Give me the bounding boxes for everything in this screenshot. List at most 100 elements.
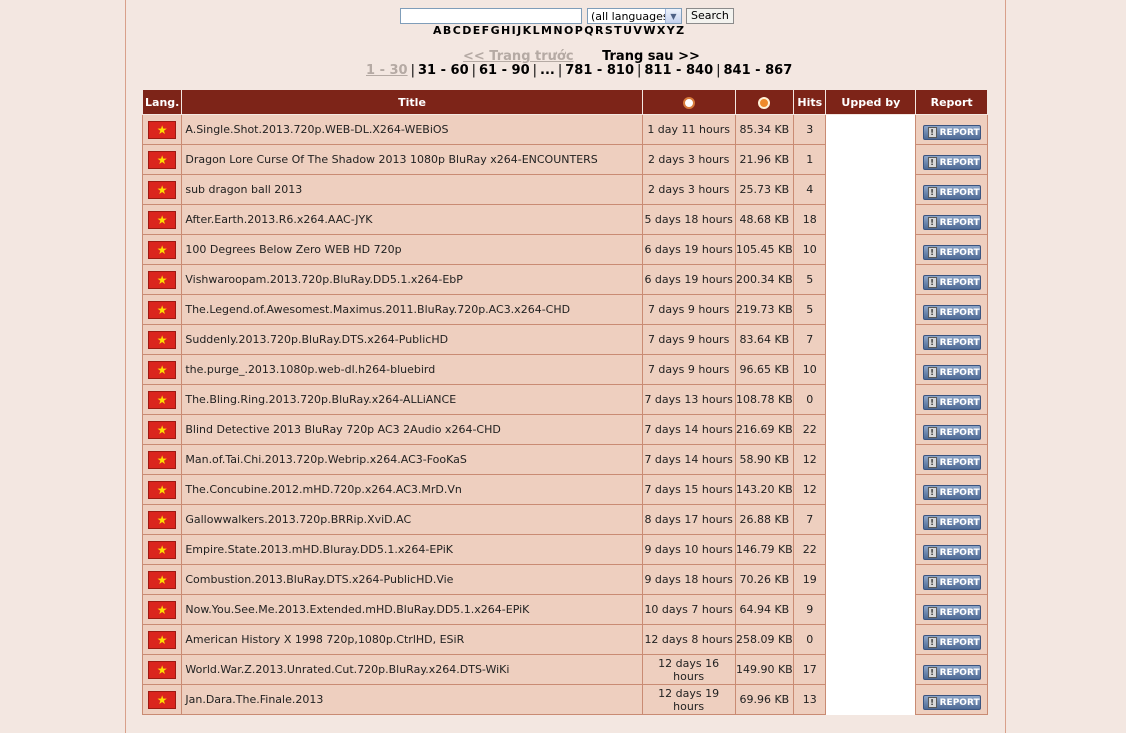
title-link[interactable]: Jan.Dara.The.Finale.2013	[181, 684, 643, 715]
title-link[interactable]: Empire.State.2013.mHD.Bluray.DD5.1.x264-…	[181, 534, 643, 565]
report-button[interactable]: ! REPORT	[922, 395, 981, 410]
hits-cell: 19	[793, 564, 827, 595]
page-link[interactable]: 781 - 810	[565, 63, 634, 78]
alphabet-letter-r[interactable]: R	[595, 24, 604, 37]
alphabet-letter-u[interactable]: U	[623, 24, 632, 37]
report-button[interactable]: ! REPORT	[922, 665, 981, 680]
report-button[interactable]: ! REPORT	[922, 185, 981, 200]
report-cell: ! REPORT	[915, 654, 988, 685]
alphabet-letter-z[interactable]: Z	[676, 24, 684, 37]
language-select[interactable]: (all languages) ▼	[587, 8, 682, 24]
prev-page-link[interactable]: << Trang trước	[463, 49, 574, 64]
table-row: Now.You.See.Me.2013.Extended.mHD.BluRay.…	[141, 594, 988, 625]
hits-cell: 7	[793, 504, 827, 535]
header-hits[interactable]: Hits	[793, 89, 827, 115]
title-link[interactable]: The.Concubine.2012.mHD.720p.x264.AC3.MrD…	[181, 474, 643, 505]
pager-separator: |	[716, 63, 721, 78]
alphabet-letter-e[interactable]: E	[473, 24, 481, 37]
alphabet-letter-q[interactable]: Q	[584, 24, 594, 37]
title-link[interactable]: 100 Degrees Below Zero WEB HD 720p	[181, 234, 643, 265]
title-link[interactable]: Man.of.Tai.Chi.2013.720p.Webrip.x264.AC3…	[181, 444, 643, 475]
alphabet-letter-n[interactable]: N	[553, 24, 563, 37]
header-upped-by[interactable]: Upped by	[825, 89, 917, 115]
alphabet-letter-l[interactable]: L	[533, 24, 540, 37]
alphabet-letter-x[interactable]: X	[657, 24, 666, 37]
page-link[interactable]: ...	[540, 63, 555, 78]
chevron-down-icon[interactable]: ▼	[665, 9, 681, 23]
alphabet-letter-h[interactable]: H	[501, 24, 511, 37]
alphabet-letter-k[interactable]: K	[523, 24, 532, 37]
title-link[interactable]: Now.You.See.Me.2013.Extended.mHD.BluRay.…	[181, 594, 643, 625]
report-label: REPORT	[939, 637, 980, 648]
lang-cell	[141, 294, 183, 325]
title-link[interactable]: Vishwaroopam.2013.720p.BluRay.DD5.1.x264…	[181, 264, 643, 295]
report-button[interactable]: ! REPORT	[922, 545, 981, 560]
alphabet-letter-v[interactable]: V	[633, 24, 642, 37]
report-button[interactable]: ! REPORT	[922, 215, 981, 230]
time-cell: 6 days 19 hours	[641, 234, 736, 265]
report-button[interactable]: ! REPORT	[922, 485, 981, 500]
next-page-link[interactable]: Trang sau >>	[602, 49, 700, 64]
report-button[interactable]: ! REPORT	[922, 125, 981, 140]
page-link[interactable]: 1 - 30	[366, 63, 408, 78]
alphabet-letter-s[interactable]: S	[605, 24, 613, 37]
size-cell: 58.90 KB	[734, 444, 795, 475]
search-button[interactable]: Search	[686, 8, 734, 24]
alphabet-letter-f[interactable]: F	[482, 24, 490, 37]
report-button[interactable]: ! REPORT	[922, 275, 981, 290]
alphabet-letter-m[interactable]: M	[541, 24, 552, 37]
header-title[interactable]: Title	[181, 89, 643, 115]
table-row: Suddenly.2013.720p.BluRay.DTS.x264-Publi…	[141, 324, 988, 355]
title-link[interactable]: World.War.Z.2013.Unrated.Cut.720p.BluRay…	[181, 654, 643, 685]
page-link[interactable]: 31 - 60	[418, 63, 469, 78]
report-button[interactable]: ! REPORT	[922, 245, 981, 260]
title-link[interactable]: Dragon Lore Curse Of The Shadow 2013 108…	[181, 144, 643, 175]
title-link[interactable]: The.Legend.of.Awesomest.Maximus.2011.Blu…	[181, 294, 643, 325]
title-link[interactable]: Blind Detective 2013 BluRay 720p AC3 2Au…	[181, 414, 643, 445]
alphabet-letter-d[interactable]: D	[462, 24, 472, 37]
report-button[interactable]: ! REPORT	[922, 575, 981, 590]
title-link[interactable]: the.purge_.2013.1080p.web-dl.h264-bluebi…	[181, 354, 643, 385]
title-link[interactable]: Gallowwalkers.2013.720p.BRRip.XviD.AC	[181, 504, 643, 535]
title-link[interactable]: Suddenly.2013.720p.BluRay.DTS.x264-Publi…	[181, 324, 643, 355]
page-link[interactable]: 841 - 867	[724, 63, 793, 78]
table-row: 100 Degrees Below Zero WEB HD 720p6 days…	[141, 234, 988, 265]
search-input[interactable]	[400, 8, 582, 24]
alphabet-letter-p[interactable]: P	[575, 24, 583, 37]
header-lang[interactable]: Lang.	[141, 89, 183, 115]
title-link[interactable]: The.Bling.Ring.2013.720p.BluRay.x264-ALL…	[181, 384, 643, 415]
header-size[interactable]	[734, 89, 795, 115]
report-button[interactable]: ! REPORT	[922, 605, 981, 620]
alphabet-letter-c[interactable]: C	[453, 24, 461, 37]
alphabet-letter-j[interactable]: J	[517, 24, 522, 37]
title-link[interactable]: Combustion.2013.BluRay.DTS.x264-PublicHD…	[181, 564, 643, 595]
report-button[interactable]: ! REPORT	[922, 695, 981, 710]
report-button[interactable]: ! REPORT	[922, 365, 981, 380]
report-button[interactable]: ! REPORT	[922, 455, 981, 470]
header-time[interactable]	[641, 89, 736, 115]
title-link[interactable]: After.Earth.2013.R6.x264.AAC-JYK	[181, 204, 643, 235]
alphabet-letter-i[interactable]: I	[512, 24, 517, 37]
table-row: Dragon Lore Curse Of The Shadow 2013 108…	[141, 144, 988, 175]
report-button[interactable]: ! REPORT	[922, 425, 981, 440]
report-button[interactable]: ! REPORT	[922, 515, 981, 530]
pager-prev-next: << Trang trước Trang sau >>	[463, 49, 700, 64]
report-cell: ! REPORT	[915, 504, 988, 535]
report-button[interactable]: ! REPORT	[922, 635, 981, 650]
page-link[interactable]: 61 - 90	[479, 63, 530, 78]
alphabet-letter-a[interactable]: A	[433, 24, 442, 37]
report-button[interactable]: ! REPORT	[922, 155, 981, 170]
report-button[interactable]: ! REPORT	[922, 305, 981, 320]
alphabet-letter-t[interactable]: T	[614, 24, 622, 37]
alphabet-letter-y[interactable]: Y	[667, 24, 675, 37]
title-link[interactable]: A.Single.Shot.2013.720p.WEB-DL.X264-WEBi…	[181, 114, 643, 145]
time-cell: 10 days 7 hours	[641, 594, 736, 625]
title-link[interactable]: American History X 1998 720p,1080p.CtrlH…	[181, 624, 643, 655]
alphabet-letter-g[interactable]: G	[491, 24, 500, 37]
alphabet-letter-w[interactable]: W	[643, 24, 656, 37]
alphabet-letter-b[interactable]: B	[443, 24, 452, 37]
report-button[interactable]: ! REPORT	[922, 335, 981, 350]
alphabet-letter-o[interactable]: O	[564, 24, 574, 37]
page-link[interactable]: 811 - 840	[644, 63, 713, 78]
title-link[interactable]: sub dragon ball 2013	[181, 174, 643, 205]
